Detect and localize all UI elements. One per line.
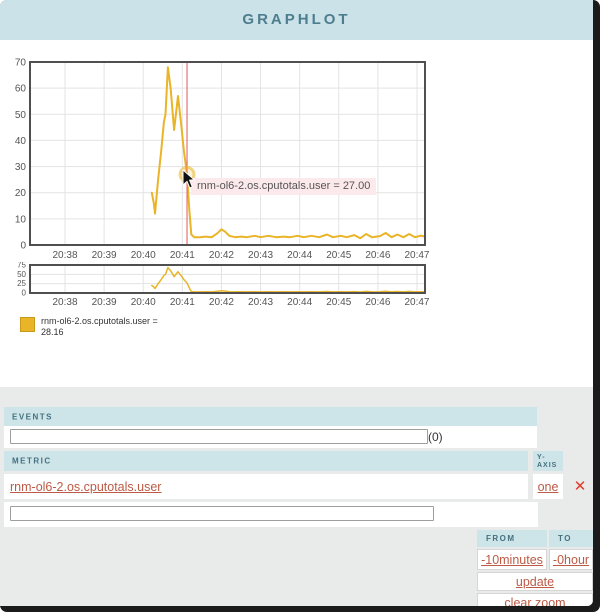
svg-text:25: 25	[17, 279, 26, 288]
legend-series-value: 28.16	[41, 327, 158, 338]
svg-text:20:45: 20:45	[326, 297, 351, 308]
hover-tooltip: rnm-ol6-2.os.cputotals.user = 27.00	[191, 178, 376, 195]
yaxis-column-header: Y- AXIS	[533, 451, 563, 471]
svg-text:20:39: 20:39	[92, 297, 117, 308]
svg-text:20: 20	[15, 188, 27, 199]
metric-section-header: METRIC	[4, 451, 528, 471]
from-column-header: FROM	[477, 530, 547, 547]
clear-zoom-link[interactable]: clear zoom	[504, 596, 565, 607]
events-count: (0)	[428, 430, 443, 444]
svg-text:20:44: 20:44	[287, 250, 312, 261]
svg-text:20:43: 20:43	[248, 250, 273, 261]
overview-chart[interactable]: 20:38 20:39 20:40 20:41 20:42 20:43 20:44 20:45…	[0, 262, 440, 312]
to-cell: -0hour	[549, 549, 593, 570]
new-metric-row	[4, 502, 538, 527]
svg-text:20:45: 20:45	[326, 250, 351, 261]
delete-metric-icon[interactable]: ✕	[570, 474, 590, 499]
svg-text:20:38: 20:38	[52, 250, 77, 261]
svg-text:20:46: 20:46	[365, 250, 390, 261]
svg-text:20:42: 20:42	[209, 250, 234, 261]
update-link[interactable]: update	[516, 575, 554, 589]
to-column-header: TO	[549, 530, 593, 547]
svg-text:20:47: 20:47	[404, 250, 429, 261]
page: GRAPHLOT 20:3820:3920:4020:4120:4220:432…	[0, 0, 593, 606]
events-row: (0)	[4, 426, 537, 448]
legend-series-name: rnm-ol6-2.os.cputotals.user =	[41, 316, 158, 327]
metric-row: rnm-ol6-2.os.cputotals.user	[4, 474, 528, 499]
events-input[interactable]	[10, 429, 428, 444]
legend-swatch	[20, 317, 35, 332]
to-value-link[interactable]: -0hour	[553, 553, 589, 567]
window-frame: GRAPHLOT 20:3820:3920:4020:4120:4220:432…	[0, 0, 600, 612]
svg-text:50: 50	[15, 110, 27, 121]
update-row: update	[477, 572, 593, 591]
svg-text:60: 60	[15, 84, 27, 95]
mouse-cursor-icon	[182, 169, 196, 189]
metric-name-link[interactable]: rnm-ol6-2.os.cputotals.user	[10, 480, 161, 494]
svg-text:30: 30	[15, 162, 27, 173]
svg-text:20:43: 20:43	[248, 297, 273, 308]
svg-text:10: 10	[15, 214, 27, 225]
app-header: GRAPHLOT	[0, 0, 593, 40]
svg-text:0: 0	[20, 241, 26, 252]
yaxis-label-line1: Y-	[537, 454, 563, 462]
svg-text:20:39: 20:39	[92, 250, 117, 261]
svg-text:20:40: 20:40	[131, 250, 156, 261]
tooltip-text: rnm-ol6-2.os.cputotals.user = 27.00	[197, 180, 370, 192]
svg-text:50: 50	[17, 270, 26, 279]
svg-text:40: 40	[15, 136, 27, 147]
svg-text:20:44: 20:44	[287, 297, 312, 308]
chart-legend: rnm-ol6-2.os.cputotals.user = 28.16	[20, 316, 158, 338]
events-label: EVENTS	[12, 412, 53, 421]
svg-text:20:47: 20:47	[404, 297, 429, 308]
events-section-header: EVENTS	[4, 407, 537, 426]
main-chart[interactable]: 20:38 20:39 20:40 20:41 20:42 20:43 20:44 20:45…	[0, 55, 440, 262]
metric-label: METRIC	[12, 457, 52, 466]
yaxis-label-line2: AXIS	[537, 462, 563, 470]
metric-yaxis-cell: one	[533, 474, 563, 499]
yaxis-one-link[interactable]: one	[538, 480, 559, 494]
svg-text:20:40: 20:40	[131, 297, 156, 308]
new-metric-input[interactable]	[10, 506, 434, 521]
svg-text:20:38: 20:38	[52, 297, 77, 308]
svg-text:20:41: 20:41	[170, 297, 195, 308]
page-title: GRAPHLOT	[242, 11, 350, 28]
svg-text:20:46: 20:46	[365, 297, 390, 308]
to-label: TO	[558, 534, 572, 543]
svg-text:70: 70	[15, 58, 27, 69]
svg-text:20:41: 20:41	[170, 250, 195, 261]
from-value-link[interactable]: -10minutes	[481, 553, 543, 567]
svg-text:20:42: 20:42	[209, 297, 234, 308]
from-label: FROM	[486, 534, 516, 543]
svg-text:75: 75	[17, 262, 26, 270]
from-cell: -10minutes	[477, 549, 547, 570]
clear-zoom-row: clear zoom	[477, 593, 593, 606]
svg-text:0: 0	[22, 289, 27, 298]
